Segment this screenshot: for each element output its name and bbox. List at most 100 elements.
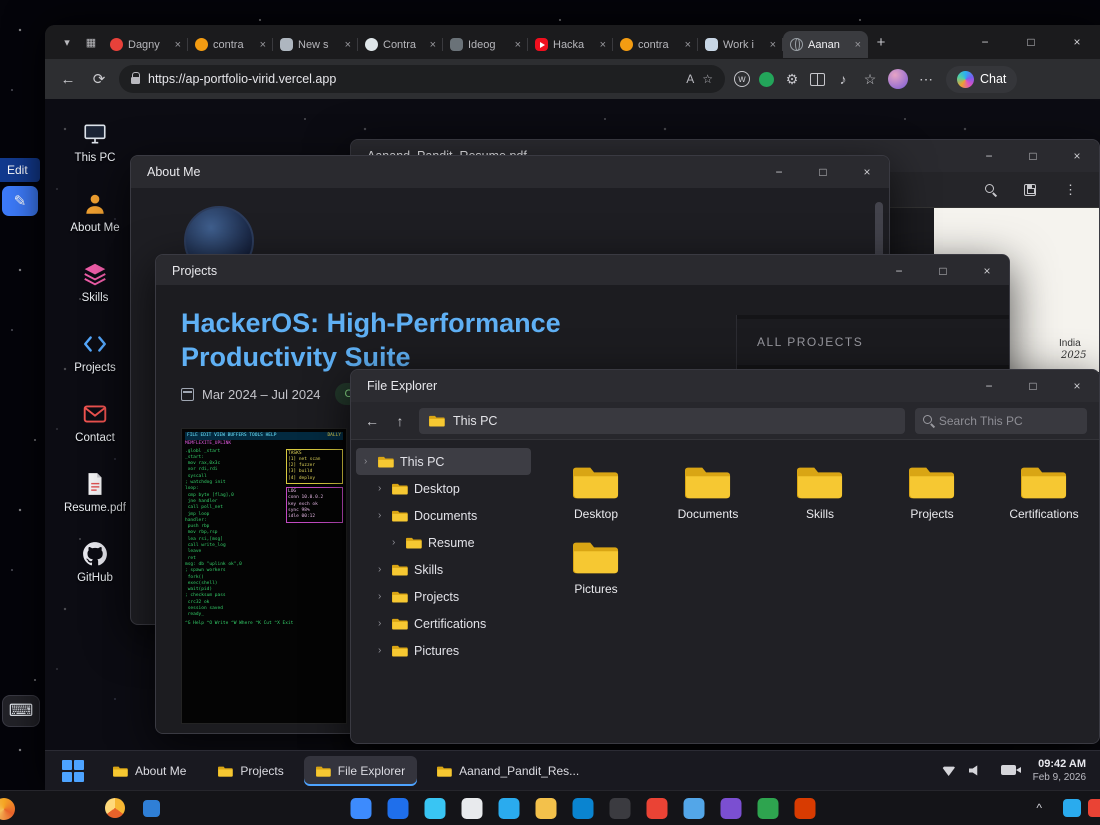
pencil-icon[interactable]: ✎: [2, 186, 38, 216]
more-menu-icon[interactable]: ⋯: [917, 71, 935, 88]
chevron-icon[interactable]: ›: [378, 510, 386, 521]
video-icon[interactable]: [1001, 765, 1016, 775]
tab-close-icon[interactable]: ×: [430, 39, 436, 51]
close-button[interactable]: ×: [845, 156, 889, 188]
os-app-icon[interactable]: [684, 798, 705, 819]
tab-new[interactable]: New s ×: [273, 31, 358, 58]
os-app-icon[interactable]: [610, 798, 631, 819]
os-app-icon[interactable]: [758, 798, 779, 819]
taskbar-item-file-explorer[interactable]: File Explorer: [304, 756, 417, 786]
tab-aanand-active[interactable]: Aanan ×: [783, 31, 868, 58]
tree-item-desktop[interactable]: › Desktop: [356, 475, 531, 502]
os-app-icon[interactable]: [425, 798, 446, 819]
tree-item-documents[interactable]: › Documents: [356, 502, 531, 529]
maximize-button[interactable]: □: [1011, 140, 1055, 172]
explorer-search-input[interactable]: [939, 414, 1079, 428]
browser-maximize-button[interactable]: □: [1008, 25, 1054, 59]
tree-item-pictures[interactable]: › Pictures: [356, 637, 531, 664]
projects-titlebar[interactable]: Projects − □ ×: [156, 255, 1009, 287]
tab-ideogram[interactable]: Ideog ×: [443, 31, 528, 58]
tab-contra-1[interactable]: contra ×: [188, 31, 273, 58]
pdf-more-icon[interactable]: ⋮: [1064, 182, 1077, 198]
os-tray-icon[interactable]: [1088, 799, 1100, 817]
site-lock-icon[interactable]: [131, 77, 140, 84]
tree-item-this-pc[interactable]: › This PC: [356, 448, 531, 475]
close-button[interactable]: ×: [1055, 370, 1099, 402]
tab-close-icon[interactable]: ×: [685, 39, 691, 51]
split-screen-icon[interactable]: [810, 73, 825, 86]
profile-avatar[interactable]: [888, 69, 908, 89]
close-button[interactable]: ×: [965, 255, 1009, 287]
start-button[interactable]: [59, 757, 87, 785]
os-taskbar-edge-icon[interactable]: [0, 798, 15, 820]
taskbar-item-projects[interactable]: Projects: [206, 756, 295, 786]
back-button[interactable]: ←: [57, 71, 79, 88]
taskbar-item-about-me[interactable]: About Me: [101, 756, 198, 786]
chevron-icon[interactable]: ›: [378, 645, 386, 656]
tab-contra-2[interactable]: Contra ×: [358, 31, 443, 58]
tab-search-chevron-icon[interactable]: ▾: [55, 36, 79, 49]
desktop-edit-fragment[interactable]: Edit: [0, 158, 40, 182]
chevron-icon[interactable]: ›: [364, 456, 372, 467]
tray-overflow-chevron[interactable]: ^: [1036, 801, 1042, 815]
new-tab-button[interactable]: +: [868, 34, 894, 51]
folder-tile-skills[interactable]: Skills: [770, 462, 870, 521]
minimize-button[interactable]: −: [967, 370, 1011, 402]
os-tray-icon[interactable]: [1063, 799, 1081, 817]
favorites-icon[interactable]: ☆: [861, 71, 879, 88]
taskbar-item-resume-pdf[interactable]: Aanand_Pandit_Res...: [425, 756, 591, 786]
browser-close-button[interactable]: ×: [1054, 25, 1100, 59]
os-app-icon[interactable]: [351, 798, 372, 819]
read-aloud-icon[interactable]: A: [686, 72, 694, 86]
maximize-button[interactable]: □: [921, 255, 965, 287]
about-titlebar[interactable]: About Me − □ ×: [131, 156, 889, 188]
tree-item-certifications[interactable]: › Certifications: [356, 610, 531, 637]
maximize-button[interactable]: □: [801, 156, 845, 188]
minimize-button[interactable]: −: [877, 255, 921, 287]
maximize-button[interactable]: □: [1011, 370, 1055, 402]
os-app-icon[interactable]: [388, 798, 409, 819]
os-app-icon[interactable]: [647, 798, 668, 819]
pdf-search-icon[interactable]: [985, 184, 996, 195]
folder-tile-certifications[interactable]: Certifications: [994, 462, 1094, 521]
explorer-search-box[interactable]: [915, 408, 1087, 434]
settings-gear-icon[interactable]: ⚙: [783, 71, 801, 88]
wikipedia-extension-icon[interactable]: w: [734, 71, 750, 87]
tree-item-projects[interactable]: › Projects: [356, 583, 531, 610]
clock[interactable]: 09:42 AM Feb 9, 2026: [1033, 757, 1086, 784]
pdf-save-icon[interactable]: [1024, 184, 1036, 196]
os-app-icon[interactable]: [536, 798, 557, 819]
explorer-back-button[interactable]: ←: [363, 413, 381, 429]
os-app-icon[interactable]: [795, 798, 816, 819]
keyboard-icon[interactable]: ⌨: [2, 695, 40, 727]
explorer-titlebar[interactable]: File Explorer − □ ×: [351, 370, 1099, 402]
media-icon[interactable]: ♪: [834, 71, 852, 87]
minimize-button[interactable]: −: [967, 140, 1011, 172]
chevron-icon[interactable]: ›: [378, 483, 386, 494]
chevron-icon[interactable]: ›: [392, 537, 400, 548]
copilot-chat-button[interactable]: Chat: [946, 66, 1017, 93]
chevron-icon[interactable]: ›: [378, 591, 386, 602]
os-app-icon[interactable]: [462, 798, 483, 819]
tab-close-icon[interactable]: ×: [175, 39, 181, 51]
volume-icon[interactable]: [969, 765, 981, 776]
tab-close-icon[interactable]: ×: [345, 39, 351, 51]
tab-close-icon[interactable]: ×: [770, 39, 776, 51]
tab-dagny[interactable]: Dagny ×: [103, 31, 188, 58]
folder-tile-documents[interactable]: Documents: [658, 462, 758, 521]
tab-contra-3[interactable]: contra ×: [613, 31, 698, 58]
favorite-star-icon[interactable]: ☆: [702, 72, 713, 86]
chevron-icon[interactable]: ›: [378, 564, 386, 575]
os-app-icon[interactable]: [573, 798, 594, 819]
minimize-button[interactable]: −: [757, 156, 801, 188]
extension-green-icon[interactable]: [759, 72, 774, 87]
refresh-button[interactable]: ⟳: [88, 70, 110, 88]
tab-hacka[interactable]: Hacka ×: [528, 31, 613, 58]
browser-minimize-button[interactable]: −: [962, 25, 1008, 59]
chevron-icon[interactable]: ›: [378, 618, 386, 629]
tree-item-skills[interactable]: › Skills: [356, 556, 531, 583]
close-button[interactable]: ×: [1055, 140, 1099, 172]
tab-close-icon[interactable]: ×: [600, 39, 606, 51]
tree-item-resume[interactable]: › Resume: [356, 529, 531, 556]
os-search-icon[interactable]: [143, 800, 160, 817]
